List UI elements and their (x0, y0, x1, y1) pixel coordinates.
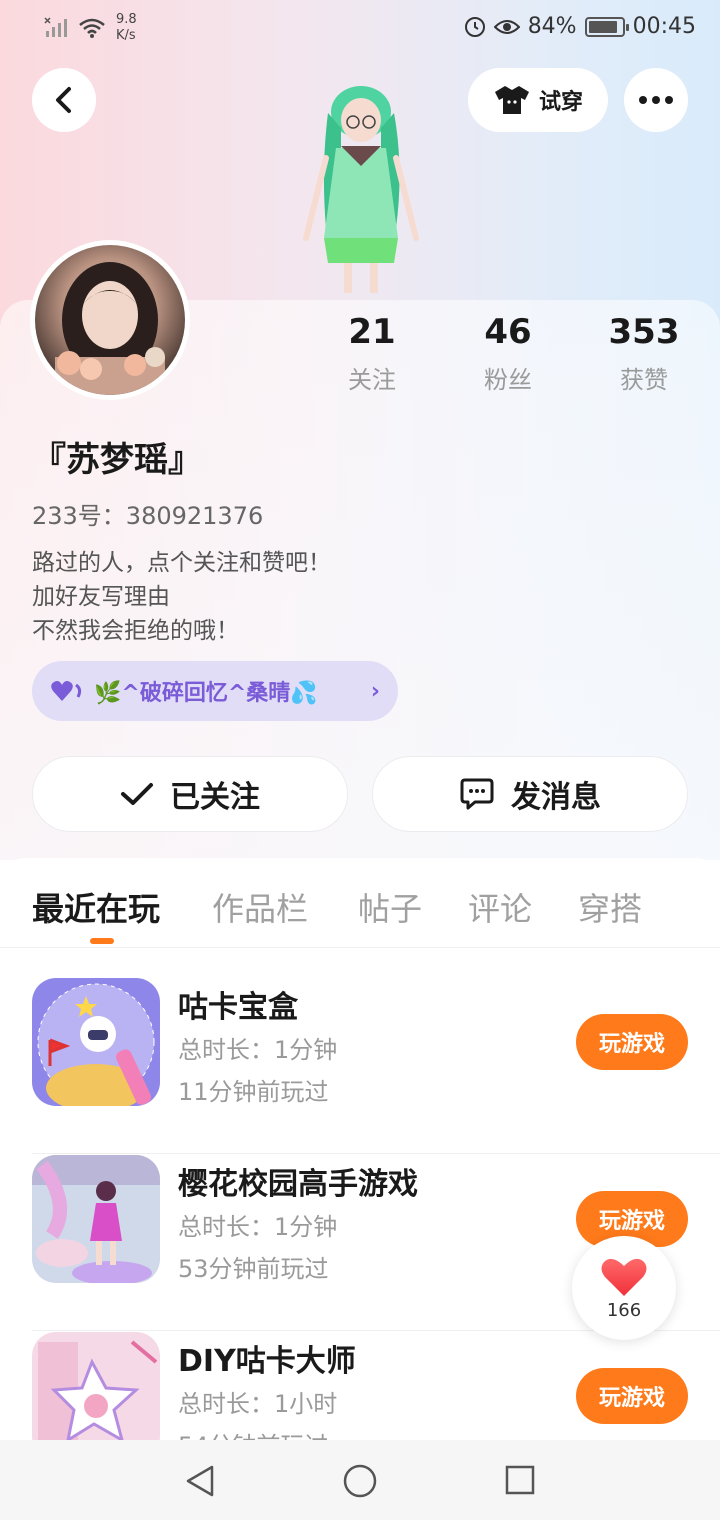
game-last-played: 53分钟前玩过 (178, 1255, 329, 1283)
content-panel: 最近在玩 作品栏 帖子 评论 穿搭 咕卡宝盒 总时长：1分钟 11分钟前玩过 玩… (0, 858, 720, 1460)
system-navigation-bar (0, 1440, 720, 1520)
nav-back-icon[interactable] (184, 1464, 216, 1498)
stat-likes-count: 353 (608, 312, 680, 352)
network-speed: 9.8 K/s (116, 12, 137, 44)
tab-works[interactable]: 作品栏 (212, 884, 308, 930)
try-on-button[interactable]: 试穿 (468, 68, 608, 132)
stat-fans[interactable]: 46 粉丝 (448, 312, 568, 395)
stat-fans-label: 粉丝 (484, 366, 532, 394)
more-options-button[interactable] (624, 68, 688, 132)
chevron-right-icon: › (370, 678, 380, 704)
game-name: DIY咕卡大师 (178, 1344, 356, 1379)
game-icon (32, 978, 160, 1106)
tab-outfits[interactable]: 穿搭 (578, 884, 642, 930)
like-count: 166 (606, 1299, 642, 1321)
check-icon (121, 783, 153, 805)
game-total-duration: 总时长：1分钟 (178, 1213, 338, 1241)
nickname: 『苏梦瑶』 (32, 440, 202, 480)
divider (32, 1153, 720, 1154)
avatar-illustration (55, 262, 165, 395)
tab-posts[interactable]: 帖子 (358, 884, 422, 930)
play-game-button[interactable]: 玩游戏 (576, 1368, 688, 1424)
send-message-label: 发消息 (511, 780, 601, 815)
avatar-3d-character (303, 86, 419, 293)
wifi-icon (79, 18, 105, 38)
heart-icon (601, 1258, 647, 1296)
clock-status-icon (464, 16, 485, 37)
avatar[interactable] (30, 240, 190, 400)
stat-following-label: 关注 (348, 366, 396, 394)
clock-time: 00:45 (632, 14, 696, 39)
tab-recent-played[interactable]: 最近在玩 (32, 884, 160, 930)
shirt-icon (494, 86, 529, 114)
user-id: 233号：380921376 (32, 502, 264, 530)
bio: 路过的人，点个关注和赞吧！ 加好友写理由 不然我会拒绝的哦！ (32, 546, 331, 648)
stat-following-count: 21 (348, 312, 396, 352)
followed-label: 已关注 (170, 780, 260, 815)
game-total-duration: 总时长：1分钟 (178, 1036, 338, 1064)
tab-comments[interactable]: 评论 (468, 884, 532, 930)
profile-tabs: 最近在玩 作品栏 帖子 评论 穿搭 (0, 858, 720, 948)
nav-recents-icon[interactable] (504, 1464, 536, 1496)
eye-icon (493, 19, 520, 34)
stat-likes[interactable]: 353 获赞 (584, 312, 704, 395)
bio-line: 加好友写理由 (32, 584, 170, 610)
stat-following[interactable]: 21 关注 (312, 312, 432, 395)
bio-line: 不然我会拒绝的哦！ (32, 618, 239, 644)
tab-active-indicator (90, 938, 114, 944)
play-game-button[interactable]: 玩游戏 (576, 1014, 688, 1070)
followed-button[interactable]: 已关注 (32, 756, 348, 832)
game-name: 咕卡宝盒 (178, 990, 298, 1025)
try-on-label: 试穿 (538, 90, 583, 115)
chevron-left-icon (56, 87, 71, 113)
signal-icon (44, 17, 67, 37)
send-message-button[interactable]: 发消息 (372, 756, 688, 832)
stat-fans-count: 46 (484, 312, 532, 352)
like-float-button[interactable]: 166 (572, 1236, 676, 1340)
network-speed-unit: K/s (116, 28, 136, 43)
stat-likes-label: 获赞 (620, 366, 668, 394)
game-name: 樱花校园高手游戏 (178, 1167, 418, 1202)
more-dots-icon (639, 96, 673, 104)
game-total-duration: 总时长：1小时 (178, 1390, 338, 1418)
relationship-tag-label: 🌿^破碎回忆^桑晴💦 (94, 681, 318, 706)
heart-icon (51, 681, 82, 701)
chat-bubble-icon (460, 778, 494, 810)
game-last-played: 11分钟前玩过 (178, 1078, 329, 1106)
battery-icon (584, 16, 629, 37)
status-bar: 9.8 K/s 84% 00:45 (0, 0, 720, 56)
avatar-photo (35, 245, 185, 395)
back-button[interactable] (32, 68, 96, 132)
network-speed-value: 9.8 (116, 12, 137, 27)
bio-line: 路过的人，点个关注和赞吧！ (32, 550, 331, 576)
nav-home-icon[interactable] (342, 1463, 378, 1499)
battery-percent: 84% (527, 14, 577, 39)
game-list-item[interactable]: 咕卡宝盒 总时长：1分钟 11分钟前玩过 玩游戏 (0, 978, 720, 1154)
relationship-tag[interactable]: 🌿^破碎回忆^桑晴💦 › (32, 661, 398, 721)
game-icon (32, 1155, 160, 1283)
